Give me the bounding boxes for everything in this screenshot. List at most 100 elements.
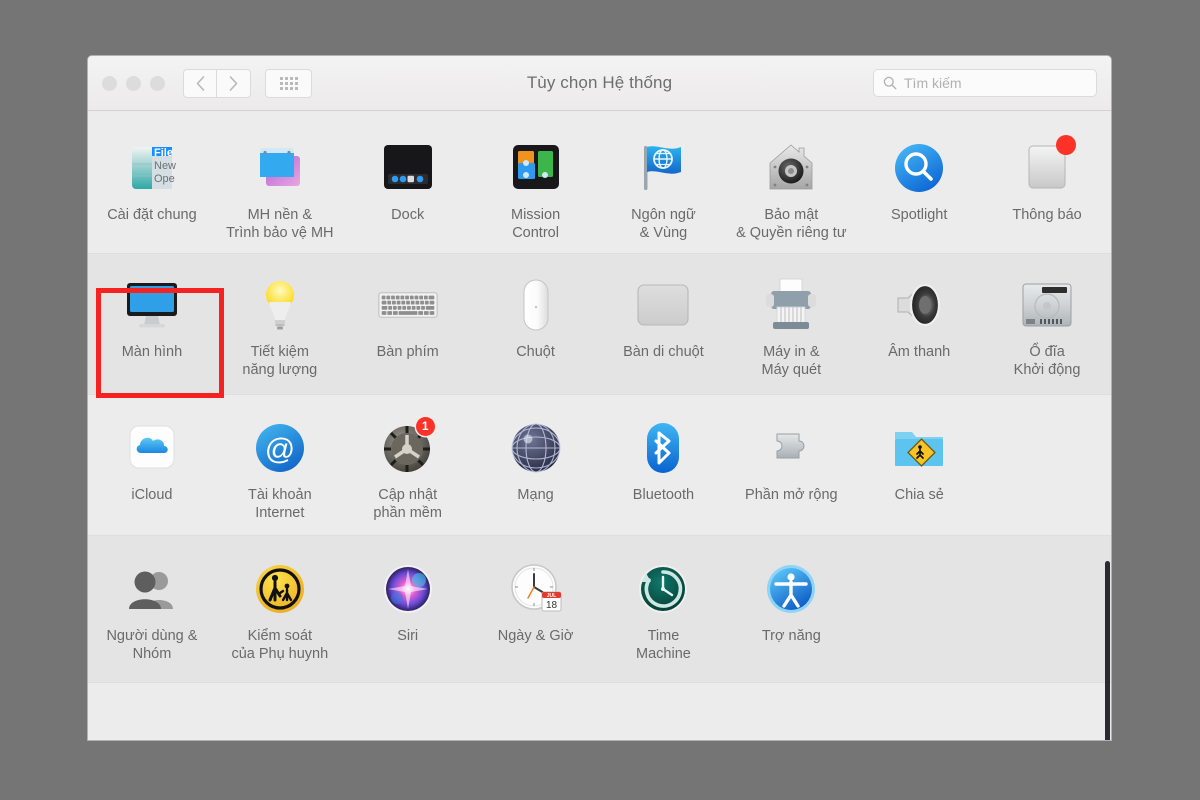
pref-item-energy-saver[interactable]: Tiết kiệm năng lượng [216,270,344,380]
printers-scanners-icon [760,274,822,336]
pref-label: Ổ đĩa Khởi động [1013,343,1081,378]
pref-label: Mạng [517,486,554,503]
dock-icon [377,137,439,199]
pref-label: Spotlight [890,207,948,223]
time-machine-icon [632,558,694,620]
pref-item-language-region[interactable]: Ngôn ngữ & Vùng [600,133,728,243]
zoom-button[interactable] [150,75,165,91]
pref-item-displays[interactable]: Màn hình [88,270,216,380]
pref-label: Người dùng & Nhóm [106,627,198,662]
pref-label: Bàn phím [376,343,439,360]
pref-label: Cập nhật phần mềm [373,486,442,521]
mouse-icon [505,274,567,336]
extensions-icon [760,417,822,479]
pref-item-mission-control[interactable]: Mission Control [472,133,600,243]
keyboard-icon [377,274,439,336]
pref-label: Ngày & Giờ [497,627,574,644]
svg-text:18: 18 [546,600,558,611]
security-privacy-icon [760,137,822,199]
general-icon: File New Ope [121,137,183,199]
pref-label: Thông báo [1012,207,1082,223]
forward-button[interactable] [217,68,251,98]
pref-label: Mission Control [510,207,561,241]
navigation-buttons [183,68,251,98]
pref-label: Trợ năng [761,627,821,644]
grid-view-icon [279,76,298,90]
pref-item-mouse[interactable]: Chuột [472,270,600,380]
chevron-left-icon [196,75,204,91]
pref-label: Âm thanh [888,343,951,360]
pref-label: Kiểm soát của Phụ huynh [231,627,329,662]
pref-item-notifications[interactable]: Thông báo [983,133,1111,243]
pref-item-time-machine[interactable]: Time Machine [600,554,728,664]
pref-item-sharing[interactable]: Chia sẻ [855,413,983,523]
back-button[interactable] [183,68,217,98]
pref-item-siri[interactable]: Siri [344,554,472,664]
pref-label: iCloud [131,486,173,503]
pref-item-general[interactable]: File New Ope Cài đặt chung [88,133,216,243]
mission-control-icon [505,137,567,199]
pref-item-empty [983,413,1111,523]
search-icon [883,76,897,90]
pref-label: Màn hình [121,343,183,360]
pref-label: Siri [397,627,419,644]
pref-item-icloud[interactable]: iCloud [88,413,216,523]
sharing-icon [888,417,950,479]
pref-item-empty [983,554,1111,664]
pref-item-extensions[interactable]: Phần mở rộng [727,413,855,523]
pref-item-bluetooth[interactable]: Bluetooth [600,413,728,523]
siri-icon [377,558,439,620]
users-groups-icon [121,558,183,620]
pref-item-network[interactable]: Mạng [472,413,600,523]
language-region-icon [632,137,694,199]
pref-item-internet-accounts[interactable]: @ Tài khoản Internet [216,413,344,523]
pref-item-desktop-screensaver[interactable]: MH nền & Trình bảo vệ MH [216,133,344,243]
notification-badge [1056,135,1077,155]
pref-item-accessibility[interactable]: Trợ năng [727,554,855,664]
pref-label: Time Machine [636,627,691,662]
icloud-icon [121,417,183,479]
svg-text:@: @ [265,433,295,466]
spotlight-icon [888,137,950,199]
pref-label: Bảo mật & Quyền riêng tư [736,207,847,241]
software-update-icon: 1 [377,416,439,479]
vertical-scrollbar[interactable] [1105,561,1110,740]
pref-label: Bluetooth [632,486,695,503]
startup-disk-icon [1016,274,1078,336]
pref-item-keyboard[interactable]: Bàn phím [344,270,472,380]
search-field[interactable] [873,69,1097,97]
pref-item-trackpad[interactable]: Bàn di chuột [600,270,728,380]
pref-label: Chuột [516,343,555,360]
pref-label: Bàn di chuột [623,343,704,360]
svg-text:Ope: Ope [154,173,175,185]
minimize-button[interactable] [126,75,141,91]
parental-controls-icon [249,558,311,620]
bluetooth-icon [632,417,694,479]
traffic-light-buttons[interactable] [102,75,165,91]
window-titlebar: Tùy chọn Hệ thống [88,56,1111,111]
pref-item-users-groups[interactable]: Người dùng & Nhóm [88,554,216,664]
pref-item-software-update[interactable]: 1 Cập nhật phần mềm [344,413,472,523]
displays-icon [121,274,183,336]
pref-item-startup-disk[interactable]: Ổ đĩa Khởi động [983,270,1111,380]
search-input[interactable] [904,75,1087,91]
pref-item-security-privacy[interactable]: Bảo mật & Quyền riêng tư [727,133,855,243]
preferences-row-personal: File New Ope Cài đặt chung MH nền & Trìn… [88,111,1111,254]
pref-item-sound[interactable]: Âm thanh [855,270,983,380]
pref-item-dock[interactable]: Dock [344,133,472,243]
pref-item-parental-controls[interactable]: Kiểm soát của Phụ huynh [216,554,344,664]
energy-saver-icon [249,274,311,336]
pref-item-printers-scanners[interactable]: Máy in & Máy quét [727,270,855,380]
pref-item-spotlight[interactable]: Spotlight [855,133,983,243]
show-all-grid-button[interactable] [265,68,312,98]
pref-item-date-time[interactable]: JUL 18 Ngày & Giờ [472,554,600,664]
svg-text:JUL: JUL [546,593,555,599]
system-preferences-window: Tùy chọn Hệ thống Tìm kiếm File New Ope … [87,55,1112,741]
pref-label: Tài khoản Internet [247,486,312,521]
network-icon [505,417,567,479]
close-button[interactable] [102,75,117,91]
pref-label: MH nền & Trình bảo vệ MH [226,207,334,241]
pref-label: Dock [391,207,425,223]
update-count-badge: 1 [415,416,435,436]
pref-label: Tiết kiệm năng lượng [242,343,318,378]
